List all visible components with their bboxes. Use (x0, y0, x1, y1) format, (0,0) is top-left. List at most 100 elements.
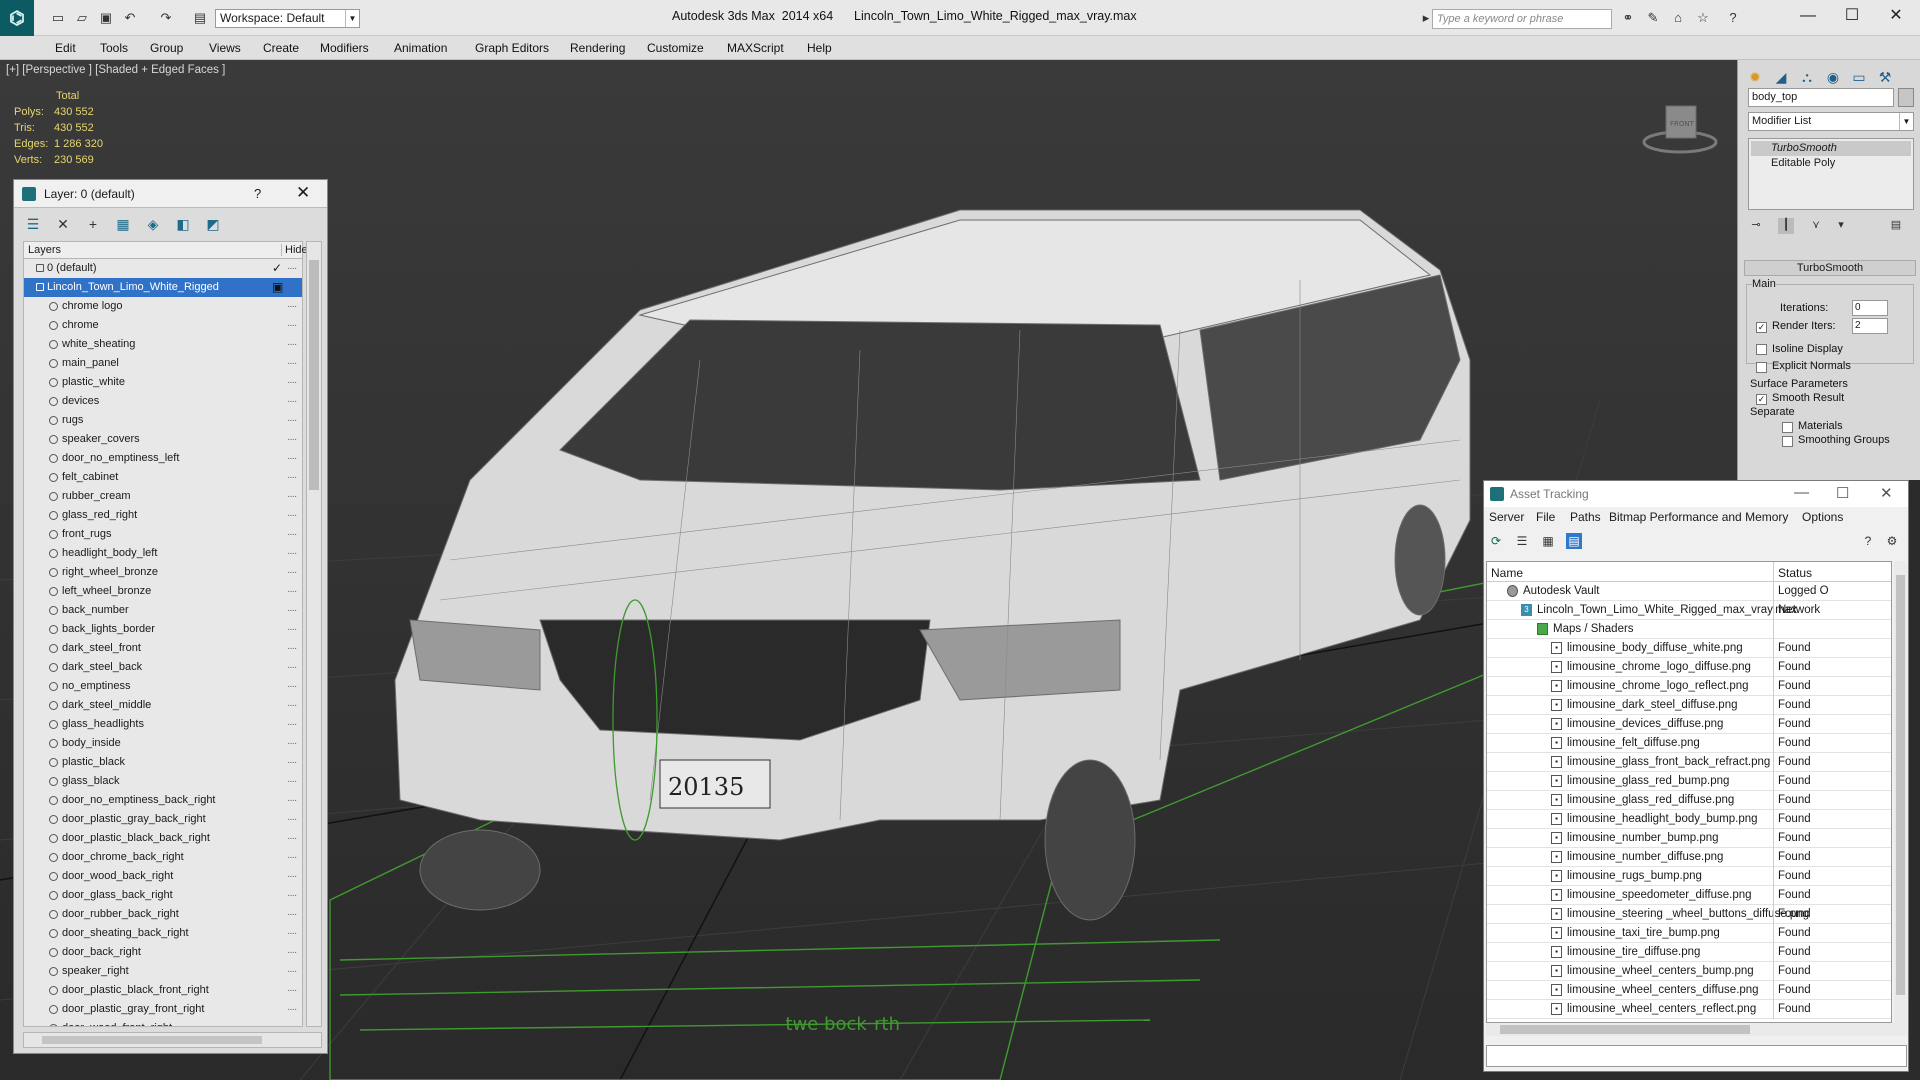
hide-toggle-icon[interactable]: ···· (287, 544, 297, 563)
asset-file-row[interactable]: ▪ limousine_dark_steel_diffuse.png Found (1487, 696, 1891, 715)
asset-file-row[interactable]: ▪ limousine_wheel_centers_reflect.png Foun… (1487, 1000, 1891, 1019)
menu-paths[interactable]: Paths (1570, 510, 1601, 524)
explicit-normals-checkbox[interactable] (1756, 362, 1767, 373)
render-iters-checkbox[interactable]: ✓ (1756, 322, 1767, 333)
iterations-spinner[interactable]: 0 (1852, 300, 1888, 316)
menu-views[interactable]: Views (209, 41, 241, 55)
object-name-field[interactable]: body_top (1748, 88, 1894, 107)
search-input[interactable]: Type a keyword or phrase (1432, 9, 1612, 29)
layer-row[interactable]: dark_steel_back ···· (24, 658, 302, 677)
smooth-result-checkbox[interactable]: ✓ (1756, 394, 1767, 405)
menu-server[interactable]: Server (1489, 510, 1524, 524)
hide-toggle-icon[interactable]: ···· (287, 791, 297, 810)
hide-toggle-icon[interactable]: ···· (287, 259, 297, 278)
layer-row[interactable]: door_wood_back_right ···· (24, 867, 302, 886)
layer-row[interactable]: door_back_right ···· (24, 943, 302, 962)
maps-folder-row[interactable]: Maps / Shaders (1487, 620, 1891, 639)
asset-file-row[interactable]: ▪ limousine_headlight_body_bump.png Found (1487, 810, 1891, 829)
hide-toggle-icon[interactable]: ···· (287, 810, 297, 829)
layer-row[interactable]: body_inside ···· (24, 734, 302, 753)
undo-icon[interactable]: ↶ (122, 10, 138, 26)
settings-icon[interactable]: ⚙ (1884, 533, 1900, 549)
close-button[interactable]: ✕ (1874, 4, 1918, 28)
layer-row[interactable]: main_panel ···· (24, 354, 302, 373)
hide-toggle-icon[interactable]: ···· (287, 753, 297, 772)
hide-toggle-icon[interactable]: ···· (287, 601, 297, 620)
layer-row[interactable]: felt_cabinet ···· (24, 468, 302, 487)
refresh-icon[interactable]: ⟳ (1488, 533, 1504, 549)
layer-row[interactable]: devices ···· (24, 392, 302, 411)
layer-row[interactable]: rugs ···· (24, 411, 302, 430)
hide-toggle-icon[interactable]: ···· (287, 449, 297, 468)
layer-row[interactable]: door_plastic_gray_back_right ···· (24, 810, 302, 829)
layer-row[interactable]: chrome logo ···· (24, 297, 302, 316)
object-color-swatch[interactable] (1898, 88, 1914, 107)
layer-row[interactable]: speaker_covers ···· (24, 430, 302, 449)
layer-row[interactable]: glass_black ···· (24, 772, 302, 791)
app-logo-icon[interactable]: ⌬ (0, 0, 34, 36)
hide-toggle-icon[interactable]: ···· (287, 772, 297, 791)
asset-file-row[interactable]: ▪ limousine_number_bump.png Found (1487, 829, 1891, 848)
smoothing-groups-checkbox[interactable] (1782, 436, 1793, 447)
hide-toggle-icon[interactable]: ···· (287, 734, 297, 753)
hide-toggle-icon[interactable]: ···· (287, 468, 297, 487)
scroll-thumb[interactable] (309, 260, 319, 490)
close-button[interactable]: ✕ (1880, 484, 1893, 502)
asset-file-row[interactable]: ▪ limousine_glass_red_bump.png Found (1487, 772, 1891, 791)
motion-tab-icon[interactable]: ◉ (1822, 66, 1844, 88)
hide-toggle-icon[interactable]: ···· (287, 430, 297, 449)
scroll-thumb[interactable] (1896, 575, 1905, 995)
display-tab-icon[interactable]: ▭ (1848, 66, 1870, 88)
layer-row[interactable]: door_rubber_back_right ···· (24, 905, 302, 924)
menu-edit[interactable]: Edit (55, 41, 76, 55)
hide-toggle-icon[interactable]: ···· (287, 506, 297, 525)
hierarchy-tab-icon[interactable]: ⛬ (1796, 66, 1818, 88)
hide-toggle-icon[interactable]: ···· (287, 658, 297, 677)
asset-file-row[interactable]: ▪ limousine_devices_diffuse.png Found (1487, 715, 1891, 734)
layer-panel-titlebar[interactable]: Layer: 0 (default) ? ✕ (14, 180, 327, 208)
save-icon[interactable]: ▣ (98, 10, 114, 26)
utilities-tab-icon[interactable]: ⚒ (1874, 66, 1896, 88)
name-column-header[interactable]: Name (1491, 566, 1523, 580)
asset-file-row[interactable]: ▪ limousine_glass_red_diffuse.png Found (1487, 791, 1891, 810)
hide-toggle-icon[interactable]: ···· (287, 905, 297, 924)
minimize-button[interactable]: — (1786, 4, 1830, 28)
vertical-scrollbar[interactable] (306, 241, 322, 1027)
layer-row[interactable]: chrome ···· (24, 316, 302, 335)
modifier-list-dropdown[interactable]: Modifier List ▼ (1748, 112, 1914, 131)
project-folder-icon[interactable]: ▤ (192, 10, 208, 26)
hide-toggle-icon[interactable]: ···· (287, 886, 297, 905)
asset-file-row[interactable]: ▪ limousine_rugs_bump.png Found (1487, 867, 1891, 886)
maximize-button[interactable]: ☐ (1830, 4, 1874, 28)
redo-icon[interactable]: ↷ (158, 10, 174, 26)
create-tab-icon[interactable]: ✹ (1744, 66, 1766, 88)
thumbnail-view-icon[interactable]: ▦ (1540, 533, 1556, 549)
stack-item-editable-poly[interactable]: Editable Poly (1751, 156, 1911, 171)
help-icon[interactable]: ? (1860, 533, 1876, 549)
layer-row[interactable]: front_rugs ···· (24, 525, 302, 544)
rollout-header[interactable]: TurboSmooth (1744, 260, 1916, 276)
hide-toggle-icon[interactable]: ···· (287, 981, 297, 1000)
hide-toggle-icon[interactable]: ···· (287, 829, 297, 848)
layer-row[interactable]: speaker_right ···· (24, 962, 302, 981)
layer-row[interactable]: door_chrome_back_right ···· (24, 848, 302, 867)
hide-toggle-icon[interactable]: ···· (287, 924, 297, 943)
layer-row[interactable]: glass_headlights ···· (24, 715, 302, 734)
active-layer-icon[interactable]: ▣ (272, 278, 283, 297)
menu-options[interactable]: Options (1802, 510, 1843, 524)
select-objects-icon[interactable]: ▦ (114, 215, 132, 233)
scroll-thumb[interactable] (42, 1036, 262, 1044)
hide-toggle-icon[interactable]: ···· (287, 563, 297, 582)
asset-file-row[interactable]: ▪ limousine_wheel_centers_diffuse.png Foun… (1487, 981, 1891, 1000)
layer-row[interactable]: right_wheel_bronze ···· (24, 563, 302, 582)
viewcube-icon[interactable]: FRONT (1640, 90, 1720, 160)
hide-toggle-icon[interactable]: ···· (287, 620, 297, 639)
layer-row[interactable]: plastic_white ···· (24, 373, 302, 392)
asset-file-row[interactable]: ▪ limousine_taxi_tire_bump.png Found (1487, 924, 1891, 943)
layer-row[interactable]: door_plastic_black_back_right ···· (24, 829, 302, 848)
maximize-button[interactable]: ☐ (1836, 484, 1849, 502)
hide-toggle-icon[interactable]: ···· (287, 1019, 297, 1026)
close-icon[interactable]: ✕ (296, 183, 310, 203)
remove-modifier-icon[interactable]: ▾ (1833, 218, 1849, 234)
modify-tab-icon[interactable]: ◢ (1770, 66, 1792, 88)
